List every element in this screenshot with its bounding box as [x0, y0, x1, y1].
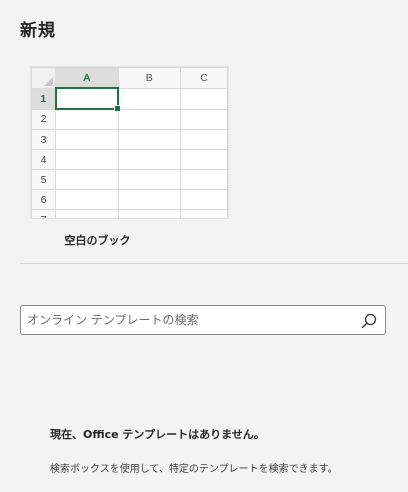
cell — [55, 129, 119, 150]
cell — [55, 189, 119, 210]
no-templates-message: 現在、Office テンプレートはありません。 — [50, 428, 265, 441]
cell — [180, 87, 228, 110]
page-title: 新規 — [20, 21, 56, 41]
search-icon[interactable] — [360, 312, 378, 330]
cell — [117, 108, 182, 130]
column-header-c: C — [180, 67, 228, 89]
template-search-input[interactable] — [21, 306, 351, 334]
spreadsheet-preview: A B C 1 2 3 4 5 6 — [31, 67, 228, 218]
cell — [117, 169, 182, 190]
cell — [117, 129, 182, 150]
row-header: 4 — [31, 149, 57, 170]
cell — [180, 129, 228, 150]
cell — [117, 149, 182, 170]
section-divider — [20, 263, 408, 264]
row-header: 7 — [31, 209, 57, 218]
row-header: 3 — [31, 129, 57, 150]
cell — [180, 149, 228, 170]
blank-workbook-thumbnail[interactable]: A B C 1 2 3 4 5 6 — [30, 66, 229, 219]
row-header: 2 — [31, 108, 57, 130]
cell — [180, 189, 228, 210]
cell — [117, 209, 182, 218]
cell — [117, 189, 182, 210]
search-hint-text: 検索ボックスを使用して、特定のテンプレートを検索できます。 — [50, 464, 338, 475]
row-header: 1 — [31, 87, 57, 110]
blank-workbook-card[interactable]: A B C 1 2 3 4 5 6 空白のブック — [30, 66, 230, 252]
cell — [55, 149, 119, 170]
cell — [55, 209, 119, 218]
template-search-box[interactable] — [20, 305, 386, 335]
column-header-a: A — [55, 67, 119, 89]
row-header: 6 — [31, 189, 57, 210]
cell — [180, 108, 228, 130]
cell — [180, 169, 228, 190]
blank-workbook-label[interactable]: 空白のブック — [30, 232, 165, 248]
cell — [55, 169, 119, 190]
cell — [180, 209, 228, 218]
cell — [117, 87, 182, 110]
active-cell — [54, 87, 122, 112]
row-header: 5 — [31, 169, 57, 190]
select-all-corner — [31, 67, 57, 89]
cell — [55, 108, 119, 130]
fill-handle — [114, 105, 122, 112]
column-header-b: B — [117, 67, 182, 89]
